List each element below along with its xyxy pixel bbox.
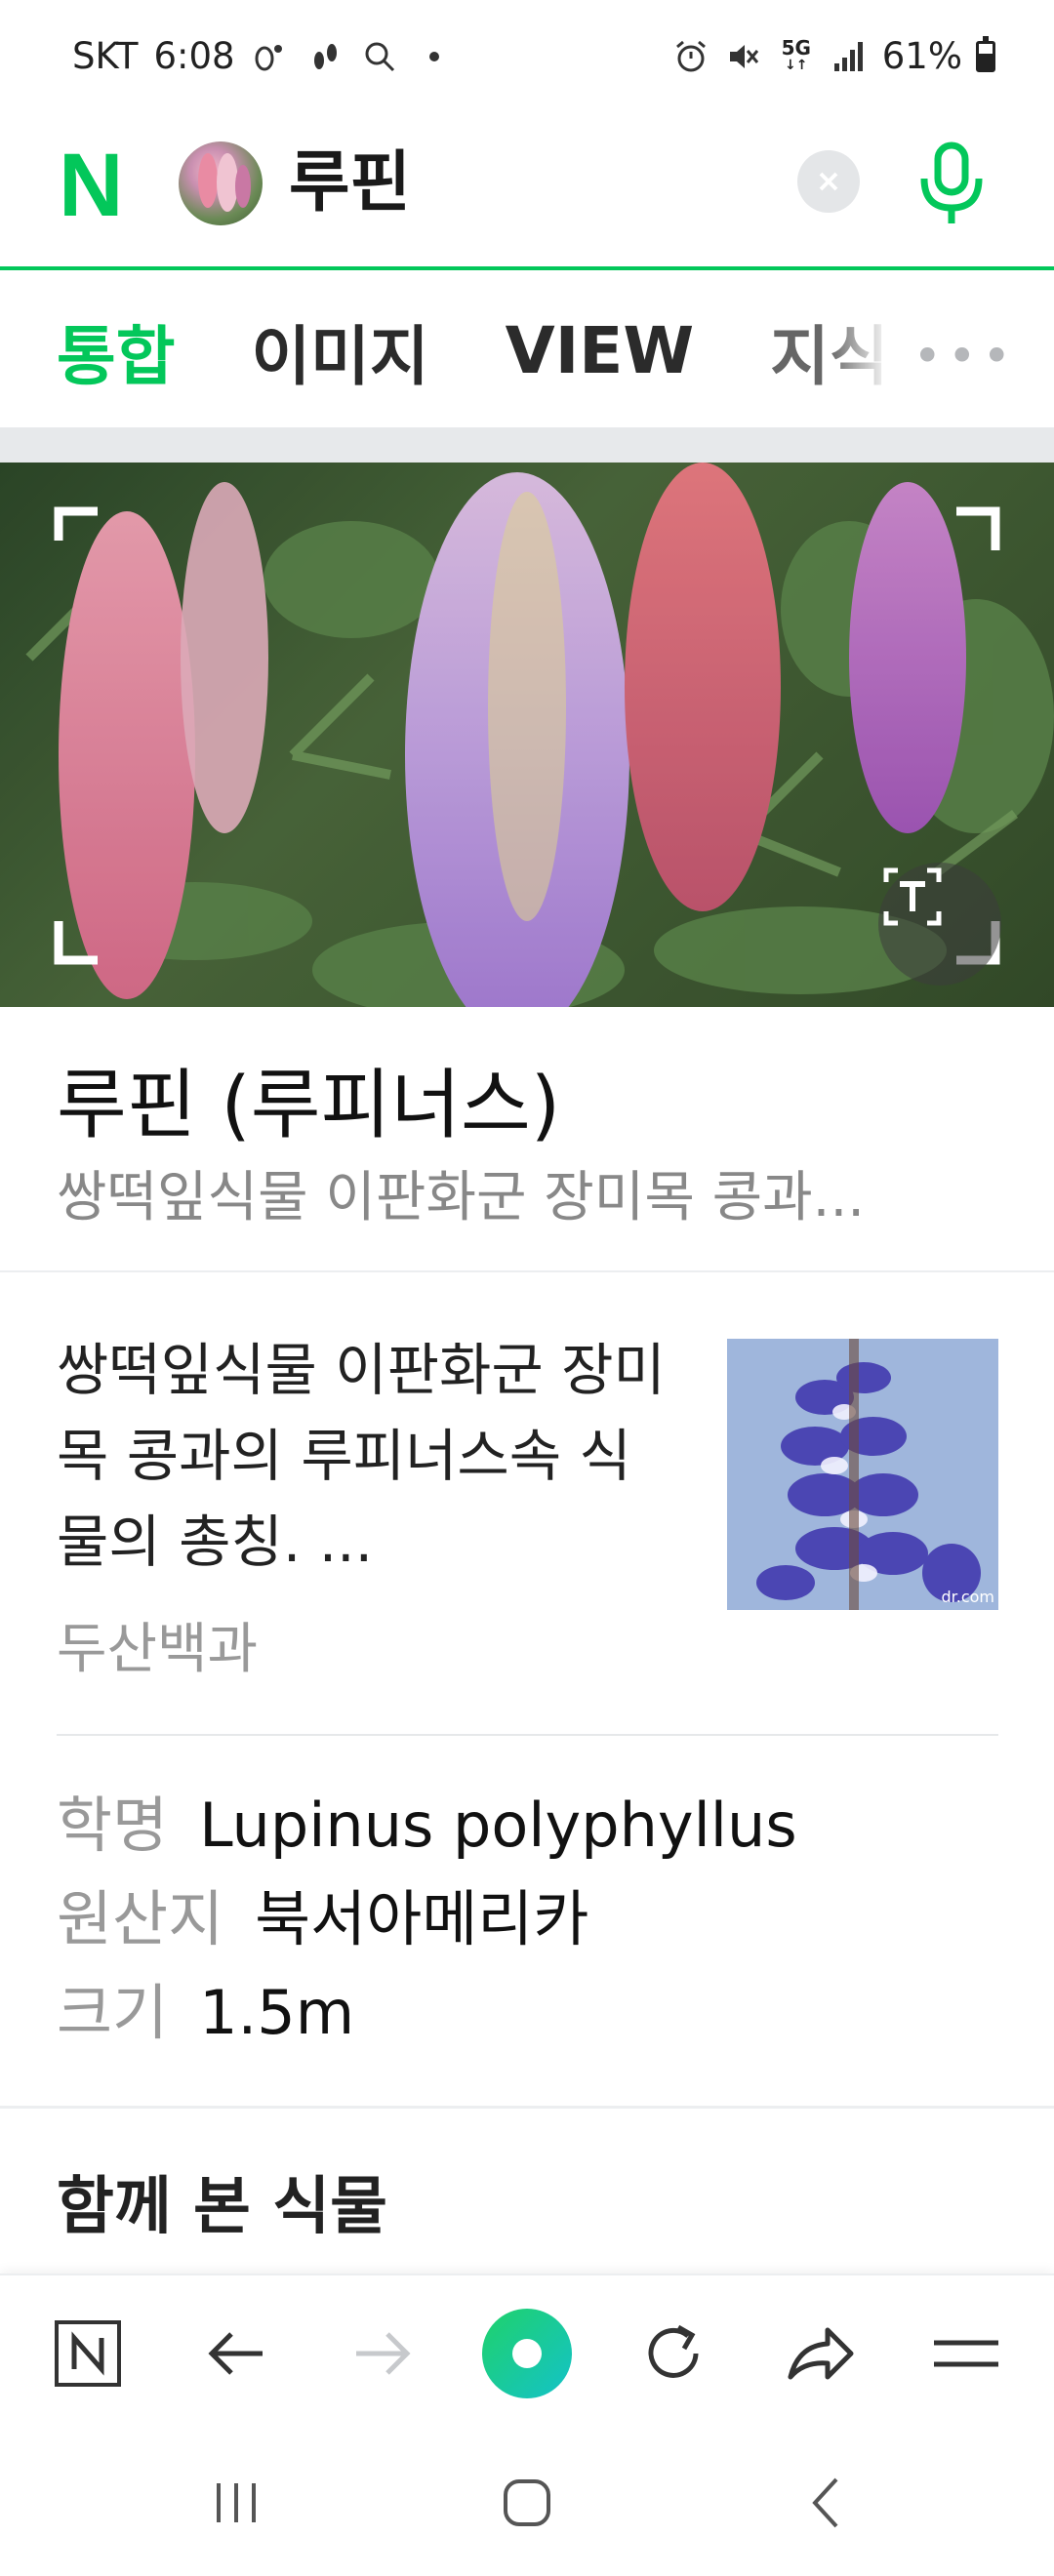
signal-icon bbox=[830, 37, 869, 76]
browser-toolbar bbox=[0, 2274, 1054, 2430]
mic-icon[interactable] bbox=[912, 140, 991, 227]
back-arrow-icon[interactable] bbox=[187, 2305, 285, 2402]
system-navigation bbox=[0, 2430, 1054, 2576]
search-query[interactable]: 루핀 bbox=[289, 141, 411, 225]
recents-icon[interactable] bbox=[187, 2459, 285, 2547]
more-tabs-icon[interactable]: ••• bbox=[913, 328, 1017, 384]
divider bbox=[0, 2106, 1054, 2109]
result-title[interactable]: 루핀 (루피너스) bbox=[57, 1044, 560, 1153]
result-subtitle: 쌍떡잎식물 이판화군 장미목 콩과... bbox=[57, 1166, 866, 1229]
green-dot-icon[interactable] bbox=[478, 2305, 576, 2402]
search-header: N 루핀 bbox=[0, 112, 1054, 270]
section-gap bbox=[0, 427, 1054, 463]
close-icon[interactable] bbox=[797, 150, 860, 213]
home-icon[interactable] bbox=[478, 2459, 576, 2547]
result-description[interactable]: 쌍떡잎식물 이판화군 장미목 콩과의 루피너스속 식물의 총칭. ... bbox=[57, 1327, 681, 1585]
info-value: 1.5m bbox=[199, 1977, 355, 2048]
info-label: 학명 bbox=[57, 1790, 169, 1861]
tab-images[interactable]: 이미지 bbox=[251, 304, 428, 398]
naver-logo[interactable]: N bbox=[59, 141, 139, 230]
5g-icon: 5G ↓↑ bbox=[781, 35, 811, 73]
carrier-label: SKT bbox=[72, 35, 139, 77]
text-recognition-icon[interactable] bbox=[878, 863, 1001, 986]
battery-percent: 61% bbox=[881, 35, 962, 77]
back-icon[interactable] bbox=[777, 2459, 874, 2547]
info-list: 학명 Lupinus polyphyllus 원산지 북서아메리카 크기 1.5… bbox=[57, 1776, 797, 2057]
clock-time: 6:08 bbox=[153, 35, 235, 77]
naver-home-icon[interactable] bbox=[39, 2305, 137, 2402]
divider bbox=[57, 1734, 998, 1736]
battery-icon bbox=[976, 35, 995, 72]
description-thumbnail[interactable]: dr.com bbox=[727, 1339, 998, 1610]
info-row-origin: 원산지 북서아메리카 bbox=[57, 1870, 797, 1963]
tab-integrated[interactable]: 통합 bbox=[57, 304, 175, 398]
info-row-size: 크기 1.5m bbox=[57, 1963, 797, 2057]
thumbnail-watermark: dr.com bbox=[941, 1588, 994, 1606]
query-thumbnail bbox=[179, 141, 263, 225]
result-title-section: 루핀 (루피너스) 쌍떡잎식물 이판화군 장미목 콩과... bbox=[0, 1007, 1054, 1272]
result-source[interactable]: 두산백과 bbox=[57, 1605, 258, 1684]
info-value: Lupinus polyphyllus bbox=[199, 1790, 797, 1861]
refresh-icon[interactable] bbox=[625, 2305, 722, 2402]
related-plants-heading: 함께 본 식물 bbox=[57, 2171, 387, 2243]
mute-icon bbox=[724, 37, 763, 76]
alarm-icon bbox=[671, 37, 710, 76]
dot-icon bbox=[415, 37, 454, 76]
forward-arrow-icon[interactable] bbox=[334, 2305, 431, 2402]
tab-view[interactable]: VIEW bbox=[506, 313, 695, 388]
info-row-scientific-name: 학명 Lupinus polyphyllus bbox=[57, 1776, 797, 1870]
footprint-icon bbox=[251, 37, 290, 76]
status-bar: SKT 6:08 5G ↓↑ 61% bbox=[0, 0, 1054, 112]
search-icon bbox=[360, 37, 399, 76]
info-value: 북서아메리카 bbox=[255, 1883, 589, 1954]
hero-image[interactable] bbox=[0, 463, 1054, 1007]
tab-knowledge[interactable]: 지식 bbox=[770, 304, 888, 398]
menu-icon[interactable] bbox=[917, 2305, 1015, 2402]
share-icon[interactable] bbox=[771, 2305, 869, 2402]
info-label: 원산지 bbox=[57, 1883, 224, 1954]
tab-bar: 통합 이미지 VIEW 지식 ••• bbox=[0, 274, 1054, 427]
info-label: 크기 bbox=[57, 1977, 169, 2048]
walk-icon bbox=[305, 37, 345, 76]
